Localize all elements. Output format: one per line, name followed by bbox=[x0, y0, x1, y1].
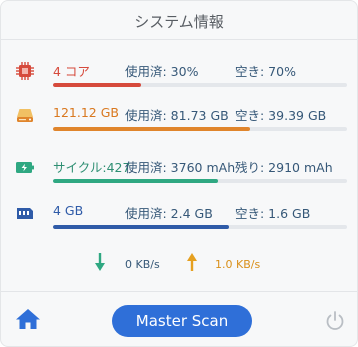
download-speed: 0 KB/s bbox=[125, 258, 160, 271]
memory-usage-fill bbox=[53, 225, 230, 229]
battery-remaining-label: 残り: 2910 mAh bbox=[235, 160, 333, 175]
upload-speed: 1.0 KB/s bbox=[215, 258, 261, 271]
network-speed: 0 KB/s 1.0 KB/s bbox=[1, 247, 357, 281]
download-arrow-icon bbox=[95, 253, 105, 271]
home-icon[interactable] bbox=[15, 307, 41, 331]
cpu-cores-label: 4 コア bbox=[53, 64, 90, 79]
memory-usage-bar bbox=[53, 225, 347, 229]
battery-usage-fill bbox=[53, 179, 218, 183]
memory-free-label: 空き: 1.6 GB bbox=[235, 206, 311, 221]
master-scan-button[interactable]: Master Scan bbox=[112, 305, 252, 337]
battery-cycles-label: サイクル:427 bbox=[53, 160, 131, 175]
disk-usage-bar bbox=[53, 127, 347, 131]
hard-drive-icon bbox=[17, 109, 33, 122]
cpu-row: 4 コア 使用済: 30% 空き: 70% bbox=[1, 55, 358, 95]
system-info-panel: システム情報 4 コア 使用済: 30% 空き: 70% 121.12 GB 使… bbox=[0, 0, 358, 347]
memory-row: 4 GB 使用済: 2.4 GB 空き: 1.6 GB bbox=[1, 197, 358, 237]
memory-used-label: 使用済: 2.4 GB bbox=[125, 206, 213, 221]
battery-used-label: 使用済: 3760 mAh bbox=[125, 160, 236, 175]
battery-row: サイクル:427 使用済: 3760 mAh 残り: 2910 mAh bbox=[1, 151, 358, 191]
disk-usage-fill bbox=[53, 127, 250, 131]
window-title: システム情報 bbox=[134, 13, 224, 31]
disk-row: 121.12 GB 使用済: 81.73 GB 空き: 39.39 GB bbox=[1, 99, 358, 139]
disk-free-label: 空き: 39.39 GB bbox=[235, 108, 327, 123]
disk-total-label: 121.12 GB bbox=[53, 105, 119, 120]
battery-usage-bar bbox=[53, 179, 347, 183]
cpu-usage-fill bbox=[53, 83, 142, 87]
upload-arrow-icon bbox=[187, 253, 197, 271]
footer-divider bbox=[1, 291, 357, 292]
memory-icon bbox=[17, 208, 33, 219]
disk-used-label: 使用済: 81.73 GB bbox=[125, 108, 229, 123]
title-divider bbox=[1, 39, 357, 40]
cpu-free-label: 空き: 70% bbox=[235, 64, 296, 79]
cpu-used-label: 使用済: 30% bbox=[125, 64, 199, 79]
power-icon[interactable] bbox=[324, 310, 346, 332]
cpu-usage-bar bbox=[53, 83, 347, 87]
battery-icon bbox=[16, 162, 34, 173]
cpu-chip-icon bbox=[16, 62, 34, 80]
memory-total-label: 4 GB bbox=[53, 203, 84, 218]
